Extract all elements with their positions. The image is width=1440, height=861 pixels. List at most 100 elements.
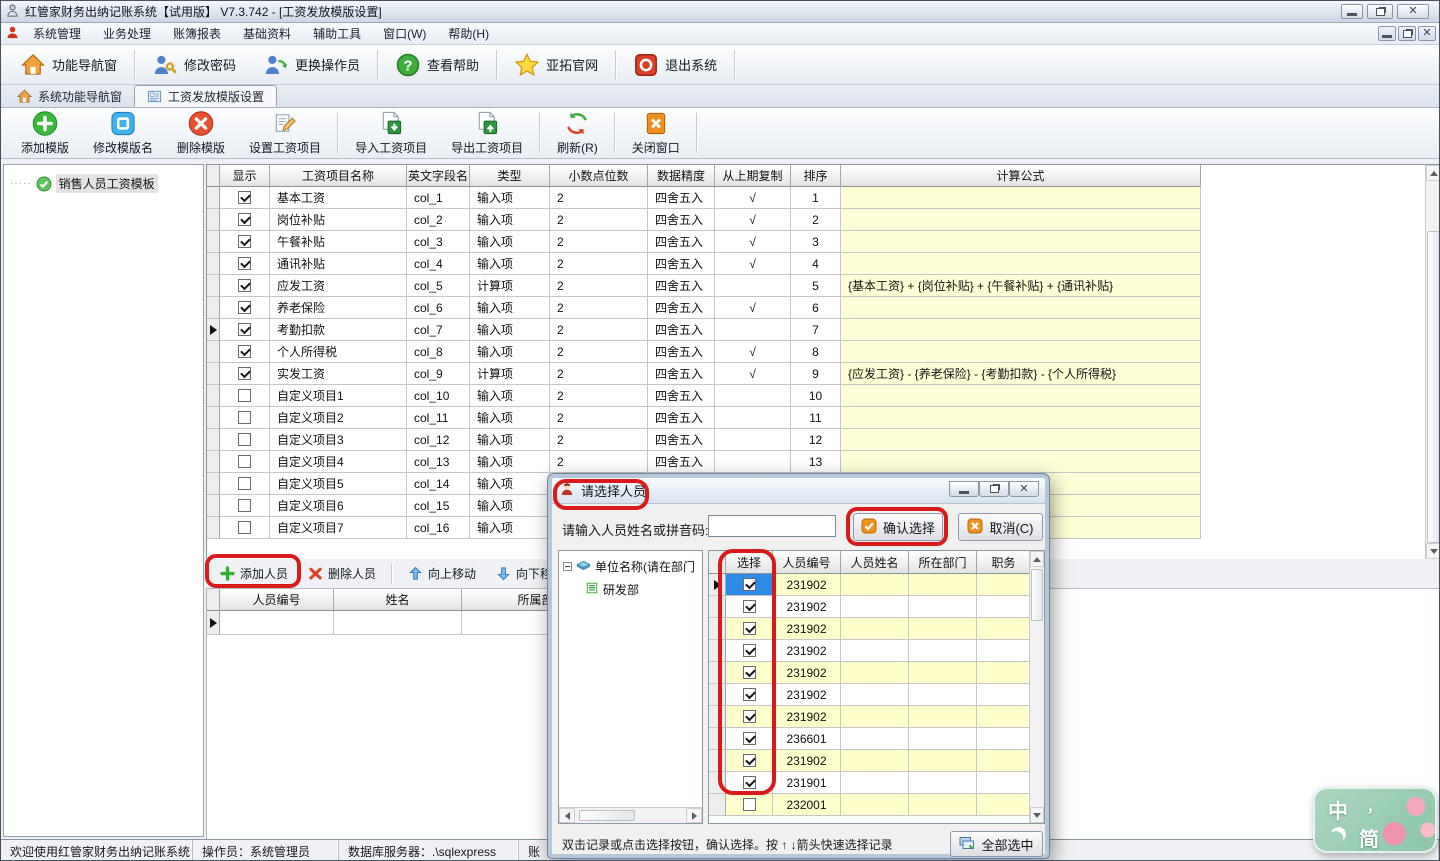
person-search-input[interactable] xyxy=(708,515,836,537)
salary-item-row[interactable]: 养老保险col_6输入项2四舍五入√6 xyxy=(207,297,1440,319)
display-checkbox[interactable] xyxy=(238,235,251,248)
column-header[interactable]: 数据精度 xyxy=(648,165,715,187)
toolbar-button[interactable]: ?查看帮助 xyxy=(382,49,493,81)
dialog-close-button[interactable]: ✕ xyxy=(1009,481,1039,497)
confirm-select-button[interactable]: 确认选择 xyxy=(853,513,943,541)
scroll-up-button[interactable] xyxy=(1426,165,1440,181)
select-checkbox[interactable] xyxy=(743,732,756,745)
scroll-down-button[interactable] xyxy=(1030,807,1044,823)
tab-active[interactable]: 工资发放模版设置 xyxy=(134,85,277,107)
select-cell[interactable] xyxy=(726,574,773,596)
select-cell[interactable] xyxy=(726,640,773,662)
display-checkbox[interactable] xyxy=(238,191,251,204)
scroll-up-button[interactable] xyxy=(1030,551,1044,567)
salary-item-row[interactable]: 午餐补贴col_3输入项2四舍五入√3 xyxy=(207,231,1440,253)
salary-item-row[interactable]: 岗位补贴col_2输入项2四舍五入√2 xyxy=(207,209,1440,231)
mdi-minimize-button[interactable] xyxy=(1378,26,1396,41)
scroll-right-button[interactable] xyxy=(686,808,702,823)
person-row[interactable]: 232001 xyxy=(709,794,1044,816)
mdi-restore-button[interactable] xyxy=(1398,26,1416,41)
column-header[interactable]: 所在部门 xyxy=(909,551,977,574)
tree-node-dept[interactable]: 研发部 xyxy=(585,581,702,598)
tree-collapse-icon[interactable] xyxy=(563,562,572,571)
salary-item-row[interactable]: 实发工资col_9计算项2四舍五入√9{应发工资} - {养老保险} - {考勤… xyxy=(207,363,1440,385)
select-checkbox[interactable] xyxy=(743,798,756,811)
toolbar-button[interactable]: 更换操作员 xyxy=(250,49,374,81)
select-checkbox[interactable] xyxy=(743,644,756,657)
column-header[interactable]: 从上期复制 xyxy=(715,165,791,187)
salary-item-row[interactable]: 基本工资col_1输入项2四舍五入√1 xyxy=(207,187,1440,209)
toolbar-button[interactable]: 退出系统 xyxy=(620,49,731,81)
menu-item[interactable]: 帮助(H) xyxy=(437,23,500,44)
template-toolbar-button[interactable]: 设置工资项目 xyxy=(237,109,333,157)
select-cell[interactable] xyxy=(726,662,773,684)
display-checkbox[interactable] xyxy=(238,257,251,270)
select-checkbox[interactable] xyxy=(743,754,756,767)
display-checkbox[interactable] xyxy=(238,477,251,490)
display-checkbox[interactable] xyxy=(238,455,251,468)
template-toolbar-button[interactable]: 关闭窗口 xyxy=(620,109,692,157)
menu-item[interactable]: 系统管理 xyxy=(22,23,92,44)
display-checkbox[interactable] xyxy=(238,521,251,534)
column-header[interactable]: 职务 xyxy=(977,551,1031,574)
ime-language-widget[interactable]: 中 ， 简 xyxy=(1313,787,1437,853)
salary-item-row[interactable]: 自定义项目2col_11输入项2四舍五入11 xyxy=(207,407,1440,429)
column-header[interactable]: 类型 xyxy=(470,165,550,187)
display-checkbox[interactable] xyxy=(238,411,251,424)
select-checkbox[interactable] xyxy=(743,776,756,789)
person-row[interactable]: 231902 xyxy=(709,596,1044,618)
restore-button[interactable] xyxy=(1367,4,1393,19)
salary-item-row[interactable]: 应发工资col_5计算项2四舍五入5{基本工资} + {岗位补贴} + {午餐补… xyxy=(207,275,1440,297)
menu-item[interactable]: 账簿报表 xyxy=(162,23,232,44)
cancel-button[interactable]: 取消(C) xyxy=(958,513,1043,541)
department-tree[interactable]: 单位名称(请在部门 研发部 xyxy=(558,550,703,824)
tab-inactive[interactable]: 系统功能导航窗 xyxy=(5,85,134,107)
person-row[interactable]: 231902 xyxy=(709,684,1044,706)
scroll-thumb[interactable] xyxy=(1031,569,1043,621)
menu-item[interactable]: 窗口(W) xyxy=(372,23,437,44)
salary-item-row[interactable]: 个人所得税col_8输入项2四舍五入√8 xyxy=(207,341,1440,363)
select-checkbox[interactable] xyxy=(743,600,756,613)
display-checkbox[interactable] xyxy=(238,367,251,380)
scroll-thumb[interactable] xyxy=(1427,231,1440,543)
dialog-restore-button[interactable] xyxy=(979,481,1009,497)
salary-grid-vscrollbar[interactable] xyxy=(1425,165,1440,559)
mdi-close-button[interactable]: ✕ xyxy=(1418,26,1436,41)
select-cell[interactable] xyxy=(726,772,773,794)
column-header[interactable]: 姓名 xyxy=(334,589,462,611)
column-header[interactable]: 工资项目名称 xyxy=(270,165,407,187)
dialog-minimize-button[interactable] xyxy=(949,481,979,497)
salary-item-row[interactable]: 自定义项目3col_12输入项2四舍五入12 xyxy=(207,429,1440,451)
person-row[interactable]: 236601 xyxy=(709,728,1044,750)
scroll-left-button[interactable] xyxy=(559,808,575,823)
salary-item-row[interactable]: 考勤扣款col_7输入项2四舍五入7 xyxy=(207,319,1440,341)
select-cell[interactable] xyxy=(726,794,773,816)
person-select-grid[interactable]: 选择人员编号人员姓名所在部门职务 23190223190223190223190… xyxy=(708,550,1045,824)
template-toolbar-button[interactable]: 导出工资项目 xyxy=(439,109,535,157)
display-checkbox[interactable] xyxy=(238,301,251,314)
salary-item-row[interactable]: 自定义项目1col_10输入项2四舍五入10 xyxy=(207,385,1440,407)
add-person-button[interactable]: 添加人员 xyxy=(212,562,296,585)
column-header[interactable]: 人员编号 xyxy=(773,551,841,574)
scroll-thumb[interactable] xyxy=(579,810,635,821)
display-checkbox[interactable] xyxy=(238,433,251,446)
select-checkbox[interactable] xyxy=(743,688,756,701)
display-checkbox[interactable] xyxy=(238,389,251,402)
column-header[interactable]: 选择 xyxy=(726,551,773,574)
select-cell[interactable] xyxy=(726,706,773,728)
display-checkbox[interactable] xyxy=(238,213,251,226)
template-toolbar-button[interactable]: 删除模版 xyxy=(165,109,237,157)
person-grid-vscrollbar[interactable] xyxy=(1029,551,1044,823)
display-checkbox[interactable] xyxy=(238,345,251,358)
select-checkbox[interactable] xyxy=(743,666,756,679)
person-row[interactable]: 231902 xyxy=(709,574,1044,596)
person-row[interactable]: 231902 xyxy=(709,618,1044,640)
column-header[interactable]: 小数点位数 xyxy=(550,165,648,187)
column-header[interactable]: 英文字段名 xyxy=(407,165,470,187)
person-row[interactable]: 231901 xyxy=(709,772,1044,794)
column-header[interactable]: 人员姓名 xyxy=(841,551,909,574)
template-tree-panel[interactable]: ·····销售人员工资模板 xyxy=(3,164,204,837)
select-cell[interactable] xyxy=(726,684,773,706)
display-checkbox[interactable] xyxy=(238,323,251,336)
close-button[interactable]: ✕ xyxy=(1397,4,1429,19)
